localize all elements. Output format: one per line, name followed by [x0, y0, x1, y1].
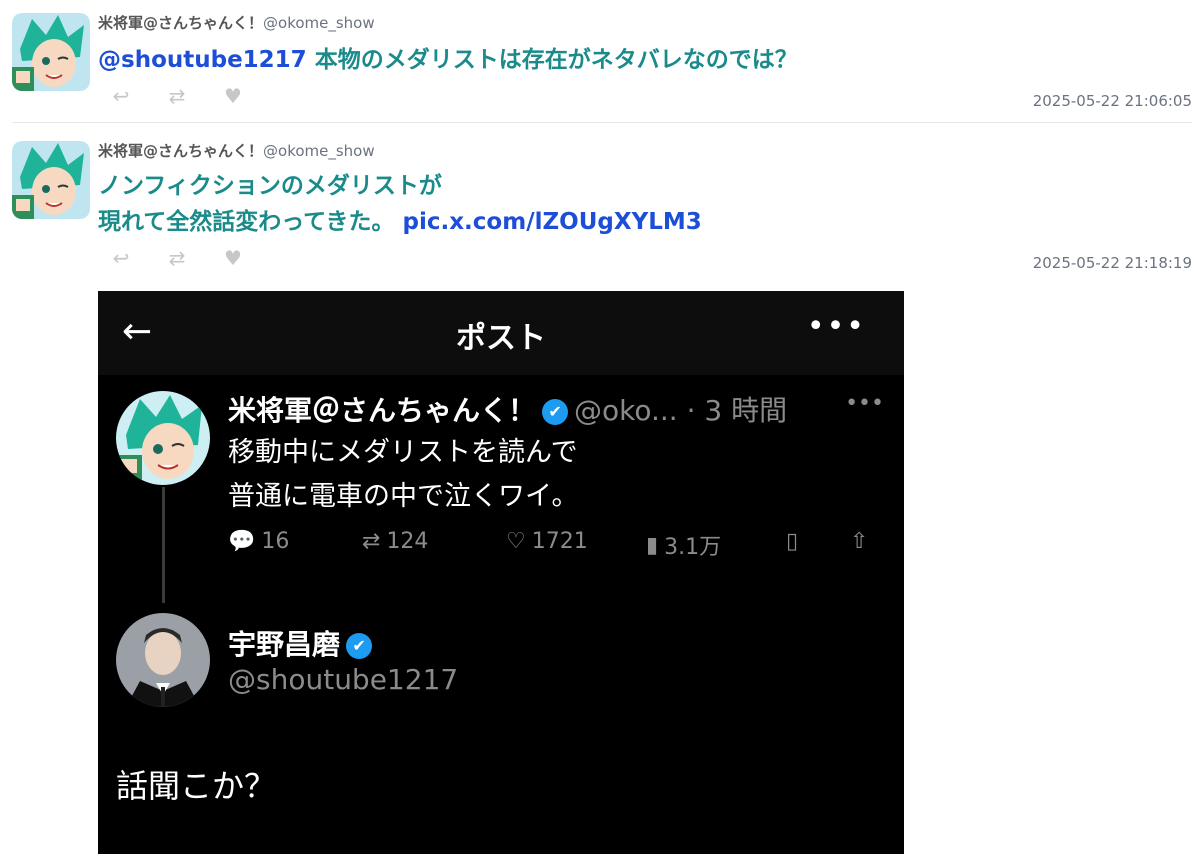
mention-link[interactable]: @shoutube1217	[98, 47, 307, 73]
views-count: 3.1万	[664, 535, 722, 560]
reply-metric: 💬 16	[228, 529, 289, 554]
tweet-actions: ↩ ⇄ ♥	[108, 246, 246, 270]
quoted-handle-time: @oko... · 3 時間	[574, 394, 788, 427]
author-handle[interactable]: @okome_show	[263, 142, 375, 160]
verified-icon: ✔	[542, 399, 569, 425]
author-name[interactable]: 米将軍@さんちゃんく！	[98, 142, 263, 160]
heart-icon[interactable]: ♥	[220, 84, 246, 108]
reply-icon[interactable]: ↩	[108, 246, 134, 270]
quoted-line-2: 普通に電車の中で泣くワイ。	[228, 481, 579, 512]
tweet-body: 本物のメダリストは存在がネタバレなのでは？	[306, 47, 798, 73]
retweet-metric: ⇄ 124	[362, 529, 428, 554]
views-icon: ▮	[646, 532, 659, 558]
quoted-text: 移動中にメダリストを読んで 普通に電車の中で泣くワイ。	[228, 431, 578, 519]
quoted-line-1: 移動中にメダリストを読んで	[228, 437, 578, 468]
reply-author: 宇野昌磨 ✔	[228, 623, 378, 663]
author-line: 米将軍@さんちゃんく！@okome_show	[98, 140, 375, 161]
heart-icon: ♡	[506, 529, 526, 554]
author-line: 米将軍@さんちゃんく！@okome_show	[98, 12, 375, 33]
attached-screenshot[interactable]: ← ポスト ••• 米将軍＠さんちゃんく！ ✔ @oko... · 3 時間 •••…	[98, 291, 904, 854]
bookmark-metric: ▯	[786, 529, 798, 554]
timestamp[interactable]: 2025-05-22 21:18:19	[1033, 254, 1192, 272]
quoted-metrics: 💬 16 ⇄ 124 ♡ 1721 ▮ 3.1万 ▯ ⇧	[228, 529, 888, 569]
divider	[12, 122, 1192, 123]
quoted-avatar	[116, 391, 210, 485]
more-icon: •••	[845, 391, 884, 416]
verified-icon: ✔	[346, 633, 373, 659]
author-name[interactable]: 米将軍@さんちゃんく！	[98, 14, 263, 32]
reply-count: 16	[261, 529, 290, 554]
media-link[interactable]: pic.x.com/lZOUgXYLM3	[403, 209, 702, 235]
like-metric: ♡ 1721	[506, 529, 588, 554]
author-avatar[interactable]	[12, 141, 90, 219]
retweet-icon: ⇄	[362, 529, 381, 554]
screenshot-header: ← ポスト •••	[98, 291, 904, 375]
share-metric: ⇧	[850, 529, 868, 554]
reply-handle: @shoutube1217	[228, 663, 459, 696]
tweet-text: ノンフィクションのメダリストが 現れて全然話変わってきた。 pic.x.com/…	[98, 168, 702, 240]
tweet-line-1: ノンフィクションのメダリストが	[98, 173, 442, 199]
views-metric: ▮ 3.1万	[646, 529, 721, 561]
retweet-icon[interactable]: ⇄	[164, 84, 190, 108]
reply-name: 宇野昌磨	[228, 628, 341, 661]
thread-line	[162, 487, 165, 603]
reply-icon[interactable]: ↩	[108, 84, 134, 108]
retweet-icon[interactable]: ⇄	[164, 246, 190, 270]
author-handle[interactable]: @okome_show	[263, 14, 375, 32]
tweet-actions: ↩ ⇄ ♥	[108, 84, 246, 108]
quoted-author: 米将軍＠さんちゃんく！ ✔ @oko... · 3 時間	[228, 389, 787, 429]
timestamp[interactable]: 2025-05-22 21:06:05	[1033, 92, 1192, 110]
screenshot-title: ポスト	[456, 321, 546, 356]
heart-icon[interactable]: ♥	[220, 246, 246, 270]
share-icon: ⇧	[850, 529, 869, 554]
more-icon: •••	[806, 309, 866, 344]
bookmark-icon: ▯	[786, 529, 799, 554]
tweet-line-2: 現れて全然話変わってきた。	[98, 209, 395, 235]
quoted-name: 米将軍＠さんちゃんく！	[228, 394, 537, 427]
like-count: 1721	[531, 529, 588, 554]
retweet-count: 124	[386, 529, 429, 554]
reply-text: 話聞こか？	[116, 767, 277, 805]
author-avatar[interactable]	[12, 13, 90, 91]
reply-icon: 💬	[228, 529, 256, 554]
reply-avatar	[116, 613, 210, 707]
tweet-text: @shoutube1217 本物のメダリストは存在がネタバレなのでは？	[98, 42, 798, 78]
